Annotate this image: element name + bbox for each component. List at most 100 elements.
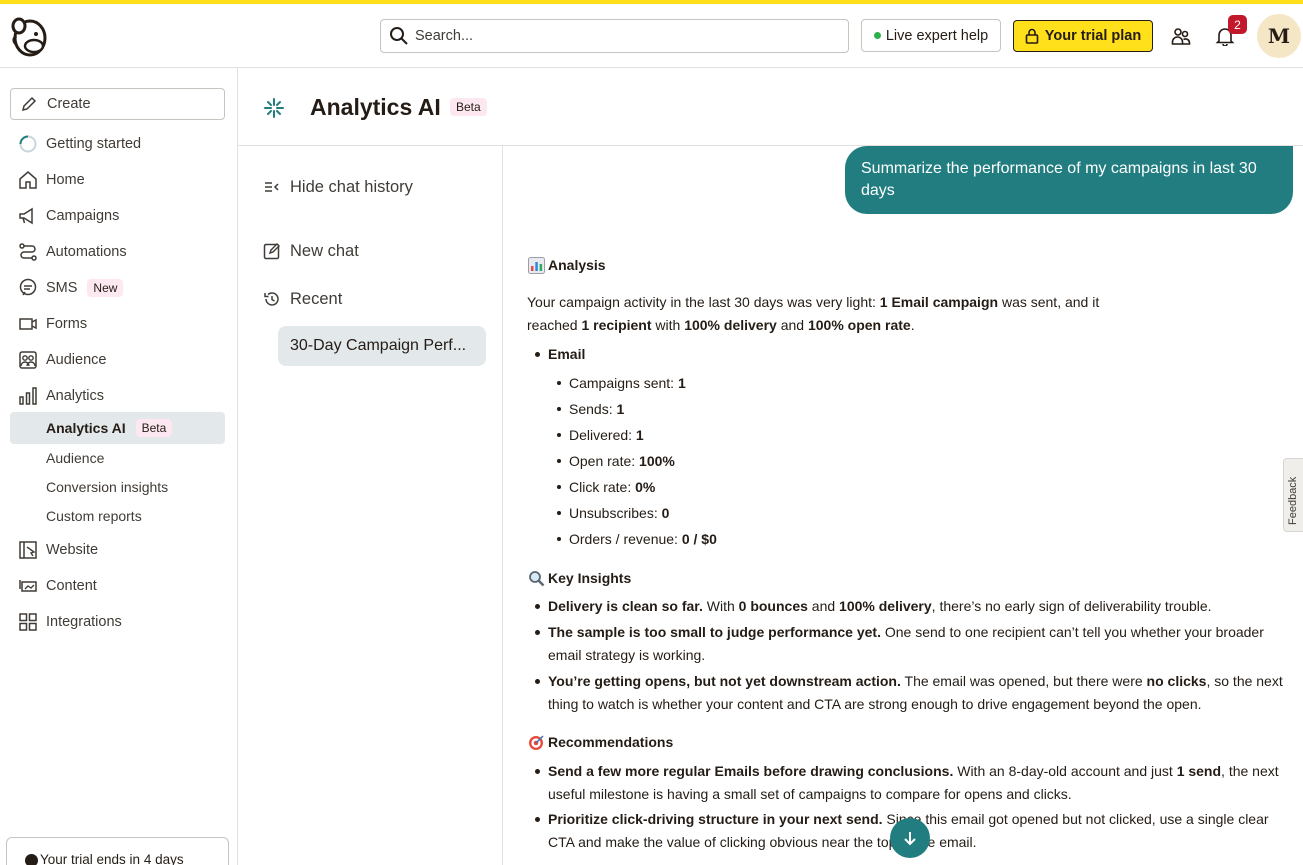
recommendations-heading-text: Recommendations xyxy=(548,734,674,750)
trial-notice[interactable]: Your trial ends in 4 days xyxy=(6,837,229,865)
sidebar-item-getting-started[interactable]: Getting started xyxy=(10,128,225,160)
new-chat-label: New chat xyxy=(290,241,359,260)
sidebar-item-analytics[interactable]: Analytics xyxy=(10,380,225,412)
new-chat-button[interactable]: New chat xyxy=(262,241,359,261)
analysis-heading-text: Analysis xyxy=(548,257,606,273)
sidebar-item-campaigns[interactable]: Campaigns xyxy=(10,200,225,232)
feedback-label: Feedback xyxy=(1287,476,1299,525)
sidebar-item-label: Forms xyxy=(46,316,88,332)
recommendation-item: Send a few more regular Emails before dr… xyxy=(535,760,1293,805)
sidebar-item-forms[interactable]: Forms xyxy=(10,308,225,340)
expert-label: Live expert help xyxy=(885,27,989,44)
recent-heading: Recent xyxy=(262,289,342,309)
sidebar-item-label: Home xyxy=(46,172,85,188)
beta-badge: Beta xyxy=(135,419,173,437)
metric-item: Open rate: 100% xyxy=(557,450,1169,473)
sidebar-subitem-label: Audience xyxy=(46,450,105,466)
metric-item: Unsubscribes: 0 xyxy=(557,502,1169,525)
online-dot-icon xyxy=(873,32,881,39)
sidebar-item-label: Campaigns xyxy=(46,208,120,224)
sidebar-subitem-analytics-ai[interactable]: Analytics AI Beta xyxy=(10,412,225,444)
sidebar-subitem-custom-reports[interactable]: Custom reports xyxy=(10,500,225,532)
mailchimp-logo-icon[interactable] xyxy=(10,14,50,58)
search-icon xyxy=(389,25,411,47)
avatar[interactable]: M xyxy=(1257,14,1301,58)
bar-chart-emoji-icon xyxy=(527,256,545,274)
sidebar-item-label: Website xyxy=(46,542,99,558)
insight-item: The sample is too small to judge perform… xyxy=(535,621,1293,666)
trial-notice-text: Your trial ends in 4 days xyxy=(40,852,184,865)
sidebar-item-website[interactable]: Website xyxy=(10,534,225,566)
website-icon xyxy=(18,540,38,560)
new-badge: New xyxy=(87,279,124,297)
insight-item: Delivery is clean so far. With 0 bounces… xyxy=(535,595,1293,618)
insight-item: You’re getting opens, but not yet downst… xyxy=(535,670,1293,715)
sidebar-item-label: Content xyxy=(46,578,97,594)
integrations-icon xyxy=(18,612,38,632)
user-message: Summarize the performance of my campaign… xyxy=(845,146,1293,214)
magnifier-emoji-icon xyxy=(527,569,545,587)
page-header: Analytics AI Beta xyxy=(238,68,1303,146)
audience-icon xyxy=(18,350,38,370)
sidebar-subitem-label: Custom reports xyxy=(46,508,142,524)
create-button[interactable]: Create xyxy=(10,88,225,120)
sparkle-icon xyxy=(262,96,286,120)
home-icon xyxy=(18,170,38,190)
sidebar-item-integrations[interactable]: Integrations xyxy=(10,606,225,638)
sidebar-item-label: Integrations xyxy=(46,614,122,630)
sidebar-subitem-label: Analytics AI xyxy=(46,420,126,436)
sidebar-item-label: Audience xyxy=(46,352,107,368)
search-input[interactable]: Search... xyxy=(380,19,849,53)
edit-square-icon xyxy=(262,241,282,261)
metric-item: Sends: 1 xyxy=(557,398,1169,421)
scroll-to-bottom-button[interactable] xyxy=(890,818,930,858)
forms-icon xyxy=(18,314,38,334)
notification-count-badge: 2 xyxy=(1228,15,1247,34)
metric-item: Orders / revenue: 0 / $0 xyxy=(557,528,1169,551)
key-insights-heading-text: Key Insights xyxy=(548,570,632,586)
collapse-list-icon xyxy=(262,177,282,197)
history-icon xyxy=(262,289,282,309)
pencil-icon xyxy=(21,96,37,112)
sidebar-item-label: SMS xyxy=(46,280,78,296)
sidebar-item-home[interactable]: Home xyxy=(10,164,225,196)
feedback-tab[interactable]: Feedback xyxy=(1283,458,1303,532)
lock-icon xyxy=(1025,28,1039,44)
sidebar-item-label: Automations xyxy=(46,244,127,260)
arrow-down-icon xyxy=(904,832,916,846)
chat-thread: Summarize the performance of my campaign… xyxy=(503,146,1303,865)
hide-chat-history-button[interactable]: Hide chat history xyxy=(262,177,413,197)
analysis-paragraph: Your campaign activity in the last 30 da… xyxy=(527,294,1100,333)
hide-chat-history-label: Hide chat history xyxy=(290,177,413,196)
create-label: Create xyxy=(47,96,91,112)
recent-label: Recent xyxy=(290,289,343,308)
metric-item: Campaigns sent: 1 xyxy=(557,372,1169,395)
sidebar-item-automations[interactable]: Automations xyxy=(10,236,225,268)
trial-plan-button[interactable]: Your trial plan xyxy=(1013,20,1153,52)
recommendations-heading: Recommendations xyxy=(527,733,673,751)
sidebar-item-audience[interactable]: Audience xyxy=(10,344,225,376)
sidebar-subitem-conversion-insights[interactable]: Conversion insights xyxy=(10,471,225,503)
sidebar: Create Getting started Home Campaigns Au… xyxy=(0,68,238,865)
progress-ring-icon xyxy=(18,134,38,154)
recent-chat-item[interactable]: 30-Day Campaign Perf... xyxy=(278,326,486,366)
analysis-heading: Analysis xyxy=(527,256,606,274)
page-title: Analytics AI xyxy=(310,94,441,120)
beta-badge: Beta xyxy=(450,98,487,116)
sidebar-item-content[interactable]: Content xyxy=(10,570,225,602)
search-placeholder: Search... xyxy=(415,28,474,44)
sidebar-item-sms[interactable]: SMS New xyxy=(10,272,225,304)
chat-history-panel: Hide chat history New chat Recent 30-Day… xyxy=(238,146,503,865)
sidebar-item-label: Getting started xyxy=(46,136,142,152)
live-expert-help-button[interactable]: Live expert help xyxy=(861,19,1001,52)
automations-icon xyxy=(18,242,38,262)
account-switch-icon[interactable] xyxy=(1169,24,1193,48)
list-item-email: Email xyxy=(535,343,1293,366)
target-emoji-icon xyxy=(527,733,545,751)
sidebar-subitem-audience[interactable]: Audience xyxy=(10,442,225,474)
sms-icon xyxy=(18,278,38,298)
trial-plan-label: Your trial plan xyxy=(1044,28,1142,44)
metric-item: Click rate: 0% xyxy=(557,476,1169,499)
analytics-icon xyxy=(18,386,38,406)
megaphone-icon xyxy=(18,206,38,226)
